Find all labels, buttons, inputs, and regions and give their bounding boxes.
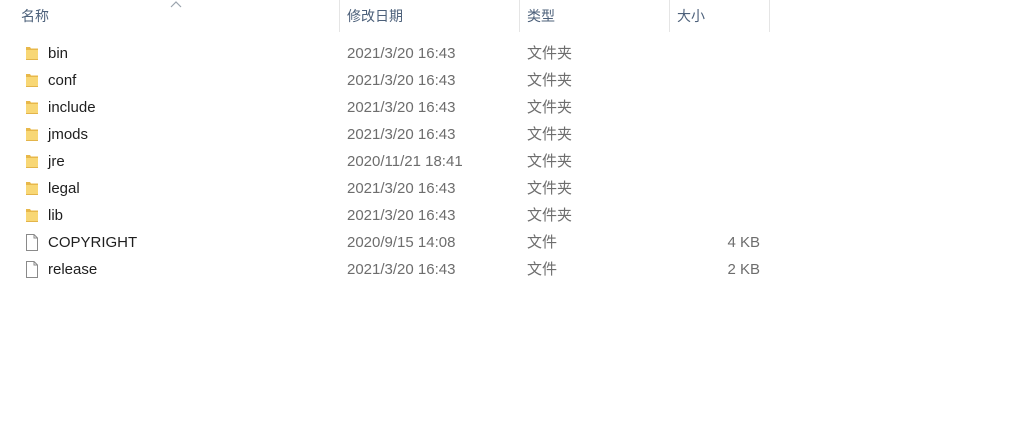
- file-modified-date: 2021/3/20 16:43: [347, 261, 456, 278]
- column-header-date[interactable]: 修改日期: [340, 0, 520, 32]
- list-item[interactable]: include 2021/3/20 16:43 文件夹: [0, 94, 770, 121]
- file-modified-date: 2021/3/20 16:43: [347, 126, 456, 143]
- file-type: 文件夹: [527, 207, 573, 224]
- file-name: bin: [48, 45, 69, 62]
- folder-icon: [25, 180, 39, 197]
- folder-icon: [25, 153, 39, 170]
- file-list-view: 名称 修改日期 类型 大小 bin 2021/3/20 16:43 文件夹 conf…: [0, 0, 1013, 448]
- column-header-type[interactable]: 类型: [520, 0, 670, 32]
- folder-icon: [25, 126, 39, 143]
- file-icon: [25, 261, 39, 278]
- file-modified-date: 2021/3/20 16:43: [347, 180, 456, 197]
- file-size: [670, 121, 760, 148]
- file-modified-date: 2020/11/21 18:41: [347, 153, 463, 170]
- folder-icon: [25, 45, 39, 62]
- file-size: [670, 148, 760, 175]
- list-item[interactable]: jmods 2021/3/20 16:43 文件夹: [0, 121, 770, 148]
- folder-icon: [25, 72, 39, 89]
- file-type: 文件夹: [527, 99, 573, 116]
- file-modified-date: 2021/3/20 16:43: [347, 72, 456, 89]
- file-type: 文件夹: [527, 126, 573, 143]
- file-modified-date: 2021/3/20 16:43: [347, 99, 456, 116]
- file-size: [670, 40, 760, 67]
- file-modified-date: 2020/9/15 14:08: [347, 234, 456, 251]
- file-type: 文件夹: [527, 45, 573, 62]
- list-item[interactable]: release 2021/3/20 16:43 文件 2 KB: [0, 256, 770, 283]
- file-name: conf: [48, 72, 77, 89]
- list-item[interactable]: jre 2020/11/21 18:41 文件夹: [0, 148, 770, 175]
- file-size: 2 KB: [727, 261, 760, 278]
- file-name: jre: [48, 153, 65, 170]
- file-modified-date: 2021/3/20 16:43: [347, 45, 456, 62]
- column-header-size[interactable]: 大小: [670, 0, 770, 32]
- file-name: release: [48, 261, 98, 278]
- file-size: [670, 67, 760, 94]
- file-name: jmods: [48, 126, 89, 143]
- file-icon: [25, 234, 39, 251]
- chevron-up-icon: [170, 0, 182, 8]
- file-type: 文件: [527, 261, 558, 278]
- file-name: include: [48, 99, 96, 116]
- file-modified-date: 2021/3/20 16:43: [347, 207, 456, 224]
- file-size: 4 KB: [727, 234, 760, 251]
- file-type: 文件夹: [527, 180, 573, 197]
- list-item[interactable]: legal 2021/3/20 16:43 文件夹: [0, 175, 770, 202]
- list-item[interactable]: bin 2021/3/20 16:43 文件夹: [0, 40, 770, 67]
- file-size: [670, 94, 760, 121]
- file-size: [670, 202, 760, 229]
- file-name: legal: [48, 180, 80, 197]
- file-name: COPYRIGHT: [48, 234, 138, 251]
- file-size: [670, 175, 760, 202]
- list-item[interactable]: COPYRIGHT 2020/9/15 14:08 文件 4 KB: [0, 229, 770, 256]
- list-item[interactable]: conf 2021/3/20 16:43 文件夹: [0, 67, 770, 94]
- file-list: bin 2021/3/20 16:43 文件夹 conf 2021/3/20 16:4…: [0, 40, 770, 283]
- file-type: 文件夹: [527, 72, 573, 89]
- column-header-bar: 名称 修改日期 类型 大小: [0, 0, 770, 32]
- folder-icon: [25, 99, 39, 116]
- file-type: 文件夹: [527, 153, 573, 170]
- file-type: 文件: [527, 234, 558, 251]
- folder-icon: [25, 207, 39, 224]
- list-item[interactable]: lib 2021/3/20 16:43 文件夹: [0, 202, 770, 229]
- file-name: lib: [48, 207, 64, 224]
